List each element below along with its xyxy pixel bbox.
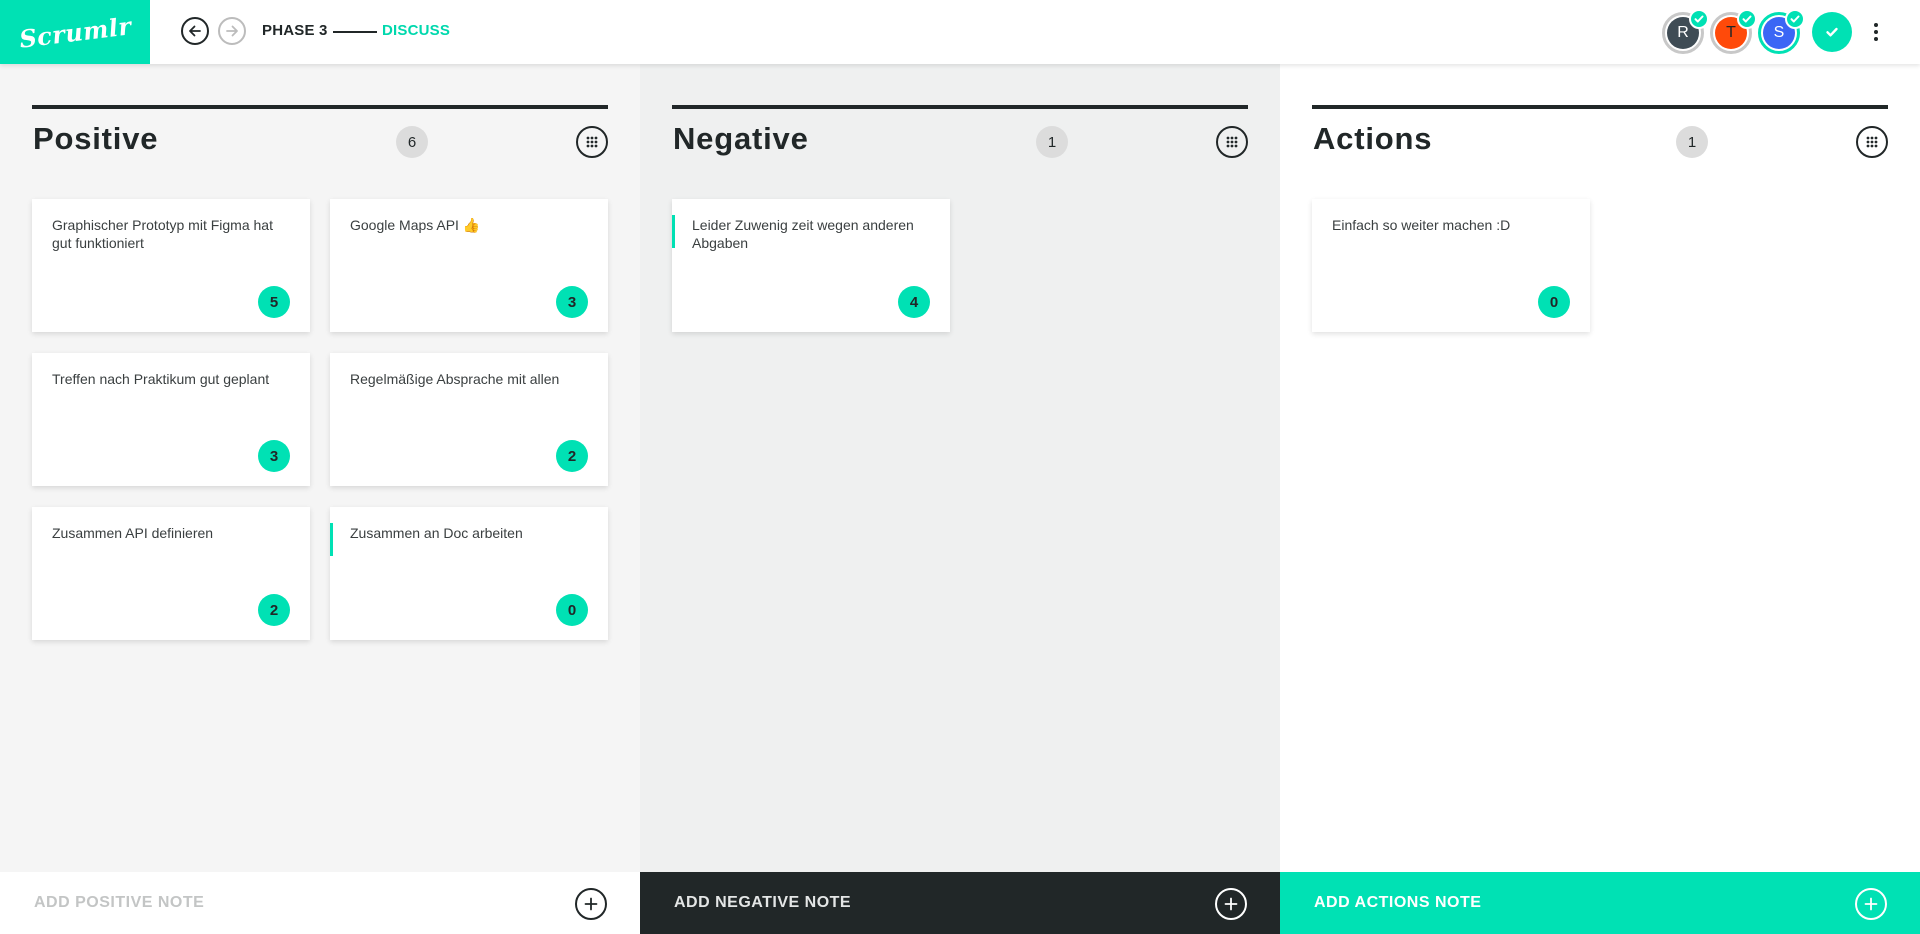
plus-icon (1855, 888, 1887, 920)
column-negative: Negative 1 Leider Zuwenig zeit wegen and… (640, 64, 1280, 934)
note-card[interactable]: Graphischer Prototyp mit Figma hat gut f… (32, 199, 310, 332)
column-header: Actions 1 (1312, 105, 1888, 158)
grid-icon (1866, 136, 1878, 148)
phase-label: PHASE 3 (262, 22, 328, 39)
column-note-count: 6 (396, 126, 428, 158)
add-actions-note-button[interactable]: ADD ACTIONS NOTE (1280, 872, 1920, 934)
arrow-left-icon (189, 25, 201, 37)
vote-count-badge[interactable]: 3 (556, 286, 588, 318)
grid-icon (586, 136, 598, 148)
grid-view-button[interactable] (1216, 126, 1248, 158)
add-note-label: ADD NEGATIVE NOTE (674, 894, 852, 911)
note-card[interactable]: Google Maps API 👍 3 (330, 199, 608, 332)
note-text: Graphischer Prototyp mit Figma hat gut f… (52, 217, 273, 251)
add-positive-note-button[interactable]: ADD POSITIVE NOTE (0, 872, 640, 934)
note-focus-marker (330, 523, 333, 556)
column-title: Negative (673, 121, 809, 156)
add-note-label: ADD ACTIONS NOTE (1314, 894, 1482, 911)
column-note-count: 1 (1036, 126, 1068, 158)
previous-phase-button[interactable] (181, 17, 209, 45)
vote-count-badge[interactable]: 2 (556, 440, 588, 472)
column-header: Positive 6 (32, 105, 608, 158)
grid-icon (1226, 136, 1238, 148)
note-card[interactable]: Leider Zuwenig zeit wegen anderen Abgabe… (672, 199, 950, 332)
next-phase-button[interactable] (218, 17, 246, 45)
participant-avatar-self[interactable]: S (1758, 9, 1805, 54)
note-card[interactable]: Treffen nach Praktikum gut geplant 3 (32, 353, 310, 486)
note-text: Regelmäßige Absprache mit allen (350, 371, 560, 387)
column-actions: Actions 1 Einfach so weiter machen :D 0 … (1280, 64, 1920, 934)
vote-count-badge[interactable]: 3 (258, 440, 290, 472)
note-focus-marker (672, 215, 675, 248)
vote-count-badge[interactable]: 0 (556, 594, 588, 626)
note-text: Zusammen an Doc arbeiten (350, 525, 523, 541)
add-note-label: ADD POSITIVE NOTE (34, 894, 205, 911)
note-card[interactable]: Zusammen an Doc arbeiten 0 (330, 507, 608, 640)
note-text: Leider Zuwenig zeit wegen anderen Abgabe… (692, 217, 914, 251)
ready-check-icon (1785, 9, 1805, 29)
column-positive: Positive 6 Graphischer Prototyp mit Figm… (0, 64, 640, 934)
note-text: Google Maps API 👍 (350, 217, 481, 233)
note-card[interactable]: Einfach so weiter machen :D 0 (1312, 199, 1590, 332)
vote-count-badge[interactable]: 2 (258, 594, 290, 626)
ready-check-icon (1737, 9, 1757, 29)
vote-count-badge[interactable]: 4 (898, 286, 930, 318)
grid-view-button[interactable] (576, 126, 608, 158)
column-note-count: 1 (1676, 126, 1708, 158)
plus-icon (575, 888, 607, 920)
column-title: Actions (1313, 121, 1433, 156)
arrow-right-icon (226, 25, 238, 37)
vote-count-badge[interactable]: 5 (258, 286, 290, 318)
add-negative-note-button[interactable]: ADD NEGATIVE NOTE (640, 872, 1280, 934)
note-text: Zusammen API definieren (52, 525, 214, 541)
participant-avatar[interactable]: T (1710, 9, 1757, 54)
note-card[interactable]: Zusammen API definieren 2 (32, 507, 310, 640)
scrumlr-logo[interactable]: Scrumlr (0, 0, 150, 64)
phase-name: DISCUSS (382, 22, 451, 39)
ready-check-icon (1689, 9, 1709, 29)
mark-ready-button[interactable] (1812, 12, 1852, 52)
plus-icon (1215, 888, 1247, 920)
phase-divider (333, 31, 377, 33)
column-header: Negative 1 (672, 105, 1248, 158)
note-text: Einfach so weiter machen :D (1332, 217, 1511, 233)
check-icon (1826, 27, 1838, 37)
vote-count-badge[interactable]: 0 (1538, 286, 1570, 318)
note-card[interactable]: Regelmäßige Absprache mit allen 2 (330, 353, 608, 486)
note-text: Treffen nach Praktikum gut geplant (52, 371, 270, 387)
top-bar: Scrumlr PHASE 3 DISCUSS R T S (0, 0, 1920, 64)
more-vertical-icon[interactable] (1866, 18, 1886, 46)
logo-text: Scrumlr (17, 10, 133, 54)
participant-avatar[interactable]: R (1662, 9, 1709, 54)
grid-view-button[interactable] (1856, 126, 1888, 158)
column-title: Positive (33, 121, 159, 156)
